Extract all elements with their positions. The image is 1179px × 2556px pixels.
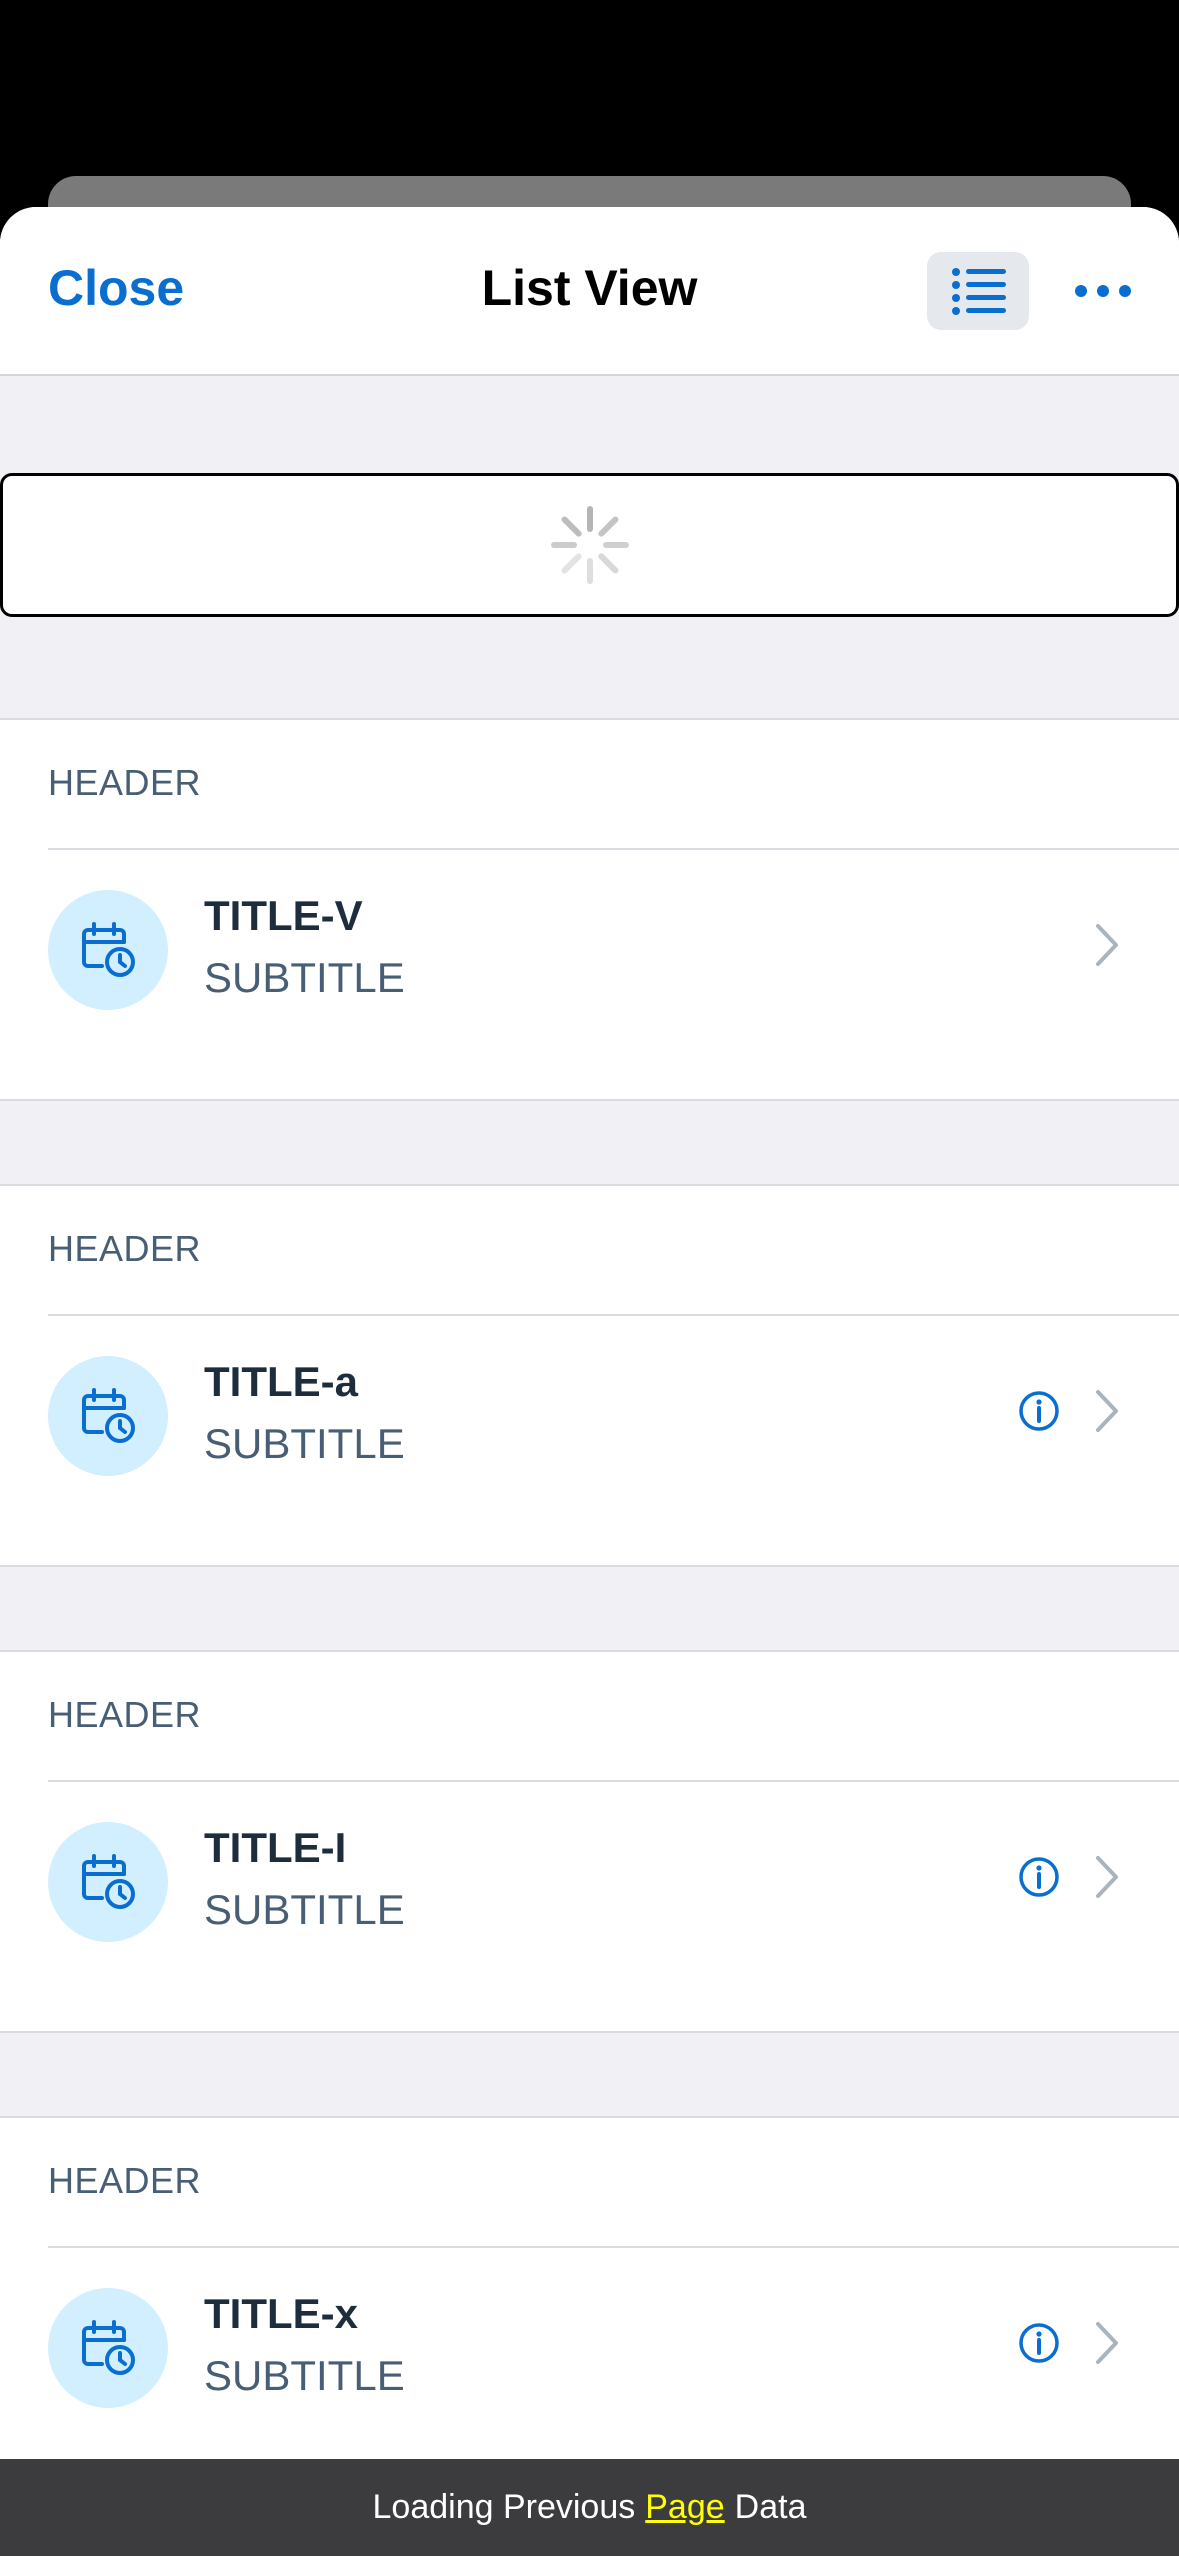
chevron-right-icon	[1096, 2322, 1118, 2364]
section-header: HEADER	[48, 762, 202, 803]
calendar-clock-icon	[82, 1854, 135, 1909]
avatar	[48, 1356, 168, 1476]
info-button[interactable]	[1018, 2322, 1060, 2364]
chevron-right-icon	[1096, 1856, 1118, 1898]
section-header: HEADER	[48, 2160, 202, 2201]
calendar-clock-icon	[82, 1388, 135, 1443]
list-item[interactable]: TITLE-I SUBTITLE	[0, 1782, 1179, 2033]
item-title: TITLE-x	[204, 2290, 358, 2337]
info-icon	[1019, 1857, 1059, 1897]
more-horizontal-icon	[1075, 285, 1131, 297]
list-section: HEADER TITLE-a SUBTITLE	[0, 1184, 1179, 1567]
list-section: HEADER TITLE-I SUBTITLE	[0, 1650, 1179, 2033]
avatar	[48, 890, 168, 1010]
item-subtitle: SUBTITLE	[204, 954, 405, 1001]
item-subtitle: SUBTITLE	[204, 1420, 405, 1467]
loading-toast: Loading Previous Page Data	[0, 2459, 1179, 2556]
list-item[interactable]: TITLE-a SUBTITLE	[0, 1316, 1179, 1567]
more-button[interactable]	[1063, 255, 1143, 327]
list-item[interactable]: TITLE-V SUBTITLE	[0, 850, 1179, 1101]
avatar	[48, 1822, 168, 1942]
item-title: TITLE-a	[204, 1358, 358, 1405]
chevron-right-icon	[1096, 924, 1118, 966]
loading-indicator-row	[0, 473, 1179, 617]
spinner-icon	[550, 506, 629, 584]
info-icon	[1019, 1391, 1059, 1431]
item-subtitle: SUBTITLE	[204, 2352, 405, 2399]
calendar-clock-icon	[82, 922, 135, 977]
info-button[interactable]	[1018, 1856, 1060, 1898]
chevron-right-icon	[1096, 1390, 1118, 1432]
item-title: TITLE-I	[204, 1824, 347, 1871]
section-header: HEADER	[48, 1694, 202, 1735]
item-title: TITLE-V	[204, 892, 363, 939]
navigation-bar: Close List View	[0, 207, 1179, 376]
toast-highlight: Page	[645, 2488, 725, 2526]
calendar-clock-icon	[82, 2320, 135, 2375]
toast-prefix: Loading Previous	[372, 2488, 636, 2526]
item-subtitle: SUBTITLE	[204, 1886, 405, 1933]
info-button[interactable]	[1018, 1390, 1060, 1432]
list-view-button[interactable]	[927, 252, 1029, 330]
toast-suffix: Data	[734, 2488, 807, 2526]
section-header: HEADER	[48, 1228, 202, 1269]
list-icon	[952, 268, 1006, 315]
list-section: HEADER TITLE-V SUBTITLE	[0, 718, 1179, 1101]
list-section: HEADER TITLE-x SUBTITLE	[0, 2116, 1179, 2499]
info-icon	[1019, 2323, 1059, 2363]
list-view-sheet: Close List View HEADER TITLE-V SUBTITLE …	[0, 207, 1179, 2556]
avatar	[48, 2288, 168, 2408]
